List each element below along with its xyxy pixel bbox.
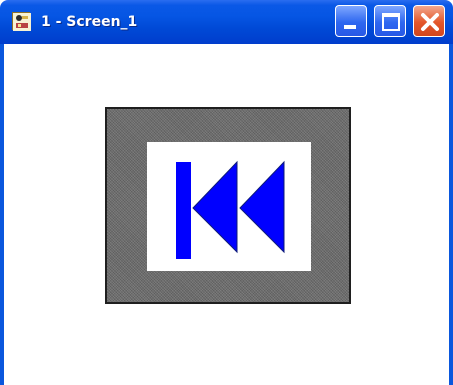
maximize-button[interactable] (374, 5, 406, 37)
window-title: 1 - Screen_1 (41, 14, 138, 30)
skip-back-icon (176, 160, 285, 259)
minimize-icon (344, 25, 356, 29)
close-icon (421, 13, 439, 31)
maximize-icon (382, 13, 400, 31)
window-left-border (0, 44, 4, 385)
window-right-border (449, 44, 453, 385)
minimize-button[interactable] (335, 5, 367, 37)
close-button[interactable] (413, 5, 445, 37)
skip-back-control[interactable] (105, 107, 351, 304)
app-icon (12, 12, 31, 31)
title-bar[interactable]: 1 - Screen_1 (0, 0, 453, 44)
main-window: 1 - Screen_1 (0, 0, 453, 385)
skip-back-button[interactable] (147, 142, 311, 271)
